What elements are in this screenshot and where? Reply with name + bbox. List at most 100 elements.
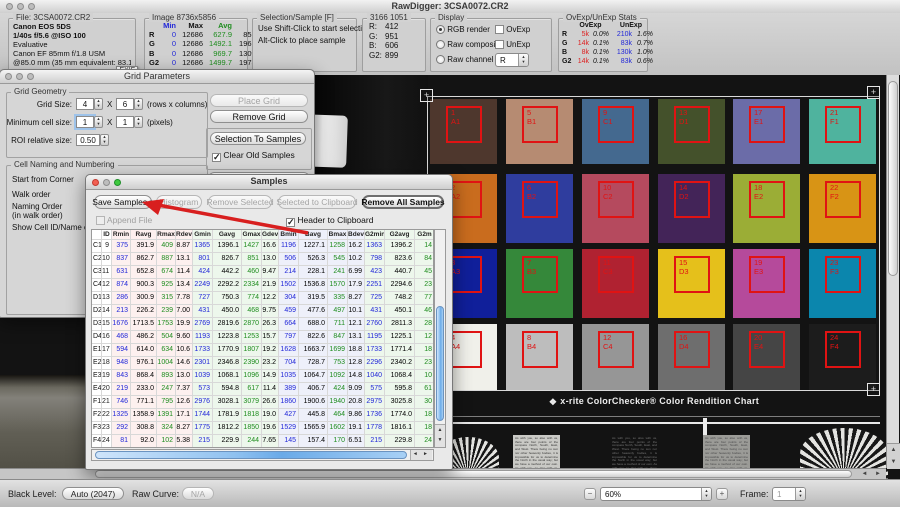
raw-channel-select[interactable]: R ▲▼ (495, 53, 529, 67)
radio-raw-channel[interactable]: Raw channel (436, 55, 493, 64)
column-header[interactable]: ID (102, 230, 112, 240)
roi-size-field[interactable]: 0.50 (76, 134, 100, 146)
table-row[interactable]: C311631652.867411.4424442.24609.47214228… (92, 266, 433, 279)
checkbox-ovexp[interactable]: OvExp (495, 25, 530, 34)
place-grid-button[interactable]: Place Grid (210, 94, 308, 107)
frame-label: Frame: (740, 489, 769, 499)
canvas-hscroll-arrows[interactable]: ◄ ► (861, 469, 884, 479)
canvas-vscroll-thumb[interactable] (888, 81, 898, 276)
radio-rgb-render[interactable]: RGB render (436, 25, 490, 34)
table-row[interactable]: D113286300.93157.78727750.377412.2304319… (92, 292, 433, 305)
zoom-out-button[interactable]: − (584, 488, 596, 500)
column-header[interactable]: G2min (365, 230, 385, 240)
grid-params-titlebar[interactable]: Grid Parameters (0, 70, 314, 84)
table-cell: 497 (328, 305, 348, 318)
table-row[interactable]: E218948976.1100414.623012346.8239023.270… (92, 357, 433, 370)
samples-vscroll-thumb[interactable] (436, 306, 444, 421)
raw-curve-button[interactable]: N/A (182, 487, 214, 500)
column-header[interactable]: G2m (415, 230, 434, 240)
table-cell: 1068.4 (385, 370, 415, 383)
table-cell: 3079 (242, 396, 262, 409)
canvas-vertical-scrollbar[interactable]: ▲▼ (886, 75, 899, 468)
table-cell: 12.8 (348, 357, 365, 370)
min-cell-b-stepper[interactable]: ▲▼ (134, 116, 143, 128)
table-cell: 24 (415, 435, 434, 448)
table-row[interactable]: C412874900.392513.422492292.2233421.9150… (92, 279, 433, 292)
selection-to-samples-button[interactable]: Selection To Samples (210, 132, 306, 145)
remove-all-samples-button[interactable]: Remove All Samples (362, 195, 444, 209)
zoom-level-select[interactable]: 60% ▲▼ (600, 487, 712, 501)
table-cell: F4 (92, 435, 102, 448)
table-row[interactable]: C19375391.94098.8713651396.1142716.61196… (92, 240, 433, 253)
grid-cols-stepper[interactable]: ▲▼ (134, 98, 143, 110)
samples-table[interactable]: IDRminRavgRmaxRdevGminGavgGmaxGdevBminBa… (91, 229, 434, 448)
table-cell: 12 (102, 279, 112, 292)
clear-old-samples-checkbox[interactable]: Clear Old Samples (212, 150, 295, 162)
canvas-vscroll-arrows[interactable]: ▲▼ (887, 443, 900, 469)
table-row[interactable]: E117594614.063410.617331770.9180719.2162… (92, 344, 433, 357)
table-row[interactable]: D31516761713.5175319.927692819.6287026.3… (92, 318, 433, 331)
radio-raw-composite[interactable]: Raw composite (436, 40, 502, 49)
min-cell-b-field[interactable]: 1 (116, 116, 134, 128)
zoom-in-button[interactable]: + (716, 488, 728, 500)
table-cell: 23 (415, 357, 434, 370)
table-cell: 19.9 (176, 318, 193, 331)
selection-handle-tl[interactable] (420, 89, 433, 102)
table-cell: 595.8 (385, 383, 415, 396)
selection-rectangle[interactable] (427, 96, 880, 391)
toolbar: File: 3CSA0072.CR2 Canon EOS 5DS1/40s f/… (0, 13, 900, 76)
table-cell: 801 (193, 253, 213, 266)
table-cell: 23.2 (262, 357, 279, 370)
table-cell: 22 (102, 409, 112, 422)
black-level-button[interactable]: Auto (2047) (62, 487, 124, 500)
samples-vertical-scrollbar[interactable]: ▲▼ (434, 229, 446, 448)
grid-size-label: Grid Size: (10, 100, 72, 109)
table-cell: 1699 (328, 344, 348, 357)
grid-cols-field[interactable]: 6 (116, 98, 134, 110)
table-cell: 324 (157, 422, 176, 435)
column-header[interactable] (92, 230, 102, 240)
samples-horizontal-scrollbar[interactable]: ◄ ► (91, 449, 434, 461)
selection-handle-tr[interactable] (867, 86, 880, 99)
pixel-value-row: B:606 (369, 41, 398, 51)
photo-table-surface (0, 375, 89, 479)
remove-grid-button[interactable]: Remove Grid (210, 110, 308, 123)
table-row[interactable]: E420219233.02477.37573594.861711.4389406… (92, 383, 433, 396)
table-row[interactable]: E319843868.489313.010391068.1109614.9103… (92, 370, 433, 383)
table-cell: 26.6 (262, 396, 279, 409)
table-cell: 2769 (193, 318, 213, 331)
table-row[interactable]: F323292308.83248.2717751812.2185019.6152… (92, 422, 433, 435)
column-header[interactable]: G2avg (385, 230, 415, 240)
table-cell: 674 (157, 266, 176, 279)
table-row[interactable]: F121746771.179512.629763028.1307926.6186… (92, 396, 433, 409)
table-row[interactable]: D214213226.22397.00431450.04689.75459477… (92, 305, 433, 318)
main-titlebar[interactable]: RawDigger: 3CSA0072.CR2 (0, 0, 900, 14)
column-header[interactable]: Bmax (328, 230, 348, 240)
samples-vscroll-arrows[interactable]: ▲▼ (435, 424, 445, 447)
table-cell: F1 (92, 396, 102, 409)
samples-hscroll-arrows[interactable]: ◄ ► (410, 450, 432, 460)
grid-rows-field[interactable]: 4 (76, 98, 94, 110)
grid-rows-stepper[interactable]: ▲▼ (94, 98, 103, 110)
samples-titlebar[interactable]: Samples (86, 175, 452, 190)
selection-handle-br[interactable] (867, 383, 880, 396)
min-cell-a-stepper[interactable]: ▲▼ (94, 116, 103, 128)
column-header[interactable]: Bdev (348, 230, 365, 240)
table-row[interactable]: C210837862.788713.1801826.785113.0506526… (92, 253, 433, 266)
table-cell: 30 (415, 396, 434, 409)
min-cell-a-field[interactable]: 1 (76, 116, 94, 128)
table-row[interactable]: D416468486.25049.6011931223.8125315.7797… (92, 331, 433, 344)
table-row[interactable]: F22213251358.9139117.117441781.9181819.0… (92, 409, 433, 422)
table-row[interactable]: F4248192.01025.38215229.92447.65145157.4… (92, 435, 433, 448)
table-cell: 6.99 (348, 266, 365, 279)
roi-size-stepper[interactable]: ▲▼ (100, 134, 109, 146)
table-cell: 21.9 (262, 279, 279, 292)
canvas-hscroll-thumb[interactable] (95, 470, 852, 478)
table-cell: 10 (102, 253, 112, 266)
stepper-icon: ▲▼ (701, 488, 711, 500)
frame-stepper[interactable]: 1 ▲▼ (772, 487, 806, 501)
checkbox-unexp[interactable]: UnExp (495, 40, 530, 49)
table-cell: 445.8 (299, 409, 328, 422)
table-cell: 774 (242, 292, 262, 305)
samples-hscroll-thumb[interactable] (95, 451, 407, 459)
